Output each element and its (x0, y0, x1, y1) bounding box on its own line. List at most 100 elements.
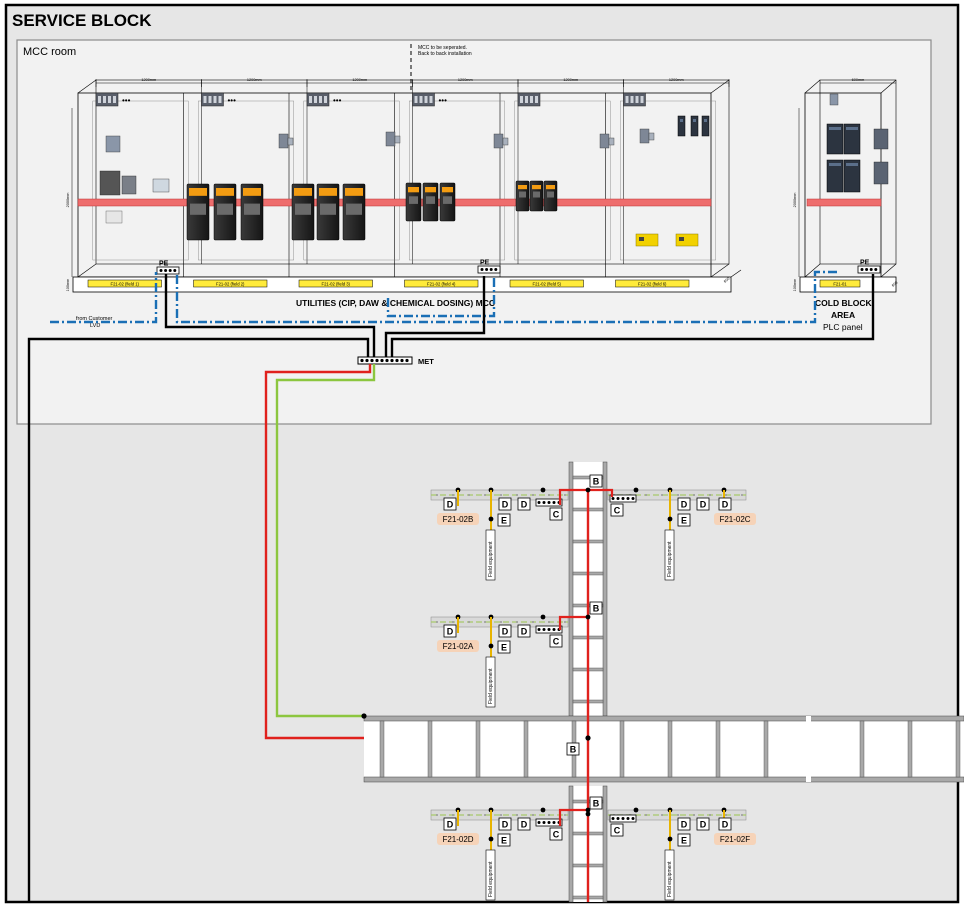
safety-relay-terminal (679, 237, 684, 241)
rail-node (488, 643, 494, 649)
breaker-pole (525, 96, 528, 103)
label-box-text: D (521, 500, 528, 510)
service-block-diagram: SERVICE BLOCK MCC room MCC to be seperat… (4, 3, 964, 904)
label-box-text: D (521, 627, 528, 637)
pe-label: PE (159, 261, 169, 268)
vfd-keypad (409, 196, 418, 204)
rail-hole (516, 621, 518, 623)
rail-node (633, 487, 639, 493)
pe-terminal (480, 268, 484, 271)
plc-module-led (704, 119, 707, 122)
label-box-text: B (593, 604, 600, 614)
vfd-keypad (244, 203, 260, 215)
dimension-label: 1200mm (458, 78, 473, 82)
circuit-tag-label: F21-02A (443, 642, 474, 651)
field-equipment-label: Field equipment (667, 541, 673, 577)
label-box-text: B (593, 799, 600, 809)
label-box-text: D (681, 500, 688, 510)
rail-node (667, 516, 673, 522)
vfd-keypad (295, 203, 311, 215)
io-module (873, 128, 889, 150)
label-box-text: D (700, 500, 707, 510)
ladder-rung-vertical (619, 720, 625, 778)
dimension-label-height: 2000mm (66, 193, 70, 208)
field-equipment-label: Field equipment (488, 668, 494, 704)
breaker-pole (429, 96, 433, 103)
rail-hole (468, 621, 470, 623)
field-tag-label: F21-02 (field 3) (322, 282, 351, 287)
rail-hole (452, 494, 454, 496)
rail-hole (709, 814, 711, 816)
diagram-canvas: SERVICE BLOCK MCC room MCC to be seperat… (0, 0, 964, 904)
pe-terminal (494, 268, 498, 271)
label-box-text: D (700, 820, 707, 830)
rail-hole (677, 814, 679, 816)
breaker-pole (520, 96, 523, 103)
terminal-bar-dot (542, 501, 546, 504)
page-title: SERVICE BLOCK (12, 11, 152, 30)
vfd-keypad (320, 203, 336, 215)
met-label: MET (418, 357, 434, 366)
rail-hole (500, 814, 502, 816)
terminal-bar-dot (552, 501, 556, 504)
pe-terminal (865, 268, 869, 271)
ladder-rung-vertical (379, 720, 385, 778)
vfd-keypad (426, 196, 435, 204)
label-box-text: B (570, 745, 577, 755)
field-equipment-label: Field equipment (488, 541, 494, 577)
rail-hole (484, 621, 486, 623)
plc-module-led (680, 119, 683, 122)
mcc-room-label: MCC room (23, 46, 76, 58)
terminal-bar-dot (631, 497, 635, 500)
breaker-pole (203, 96, 207, 103)
terminal-bar-dot (626, 817, 630, 820)
vfd-keypad (519, 191, 526, 198)
junction-dot (361, 713, 367, 719)
met-terminal (390, 358, 394, 363)
contactor-aux (608, 137, 615, 146)
cold-block-line2: AREA (831, 310, 855, 320)
ladder-rung-vertical (667, 720, 673, 778)
rail-hole (516, 814, 518, 816)
pe-label: PE (860, 260, 870, 267)
terminal-bar-dot (621, 497, 625, 500)
breaker-pole (419, 96, 423, 103)
more-dots: ••• (228, 96, 237, 105)
rail-node (633, 807, 639, 813)
label-box-text: D (447, 500, 454, 510)
label-box-text: C (614, 826, 621, 836)
vfd-display (425, 187, 436, 193)
rail-hole (709, 494, 711, 496)
rail-hole (436, 621, 438, 623)
label-box-text: E (501, 516, 507, 526)
contactor-aux (394, 135, 401, 144)
vfd-keypad (547, 191, 554, 198)
cold-busbar (806, 198, 882, 207)
ladder-rail (602, 461, 608, 717)
ladder-rail (568, 785, 574, 903)
breaker-pole (635, 96, 639, 103)
rail-hole (741, 814, 743, 816)
ladder-rung-vertical (763, 720, 769, 778)
rail-hole (500, 621, 502, 623)
plc-module-led (846, 127, 858, 130)
rail-hole (532, 494, 534, 496)
rail-hole (693, 814, 695, 816)
breaker-pole (98, 96, 101, 103)
label-box-text: D (521, 820, 528, 830)
pe-terminal (168, 269, 172, 272)
circuit-tag-label: F21-02F (720, 835, 750, 844)
label-box-text: E (681, 836, 687, 846)
field-tag-label: F21-02 (field 1) (111, 282, 140, 287)
circuit-tag-label: F21-02C (719, 515, 750, 524)
rail-hole (468, 494, 470, 496)
separation-note-line2: Back to back installation (418, 51, 472, 57)
met-terminal (365, 358, 369, 363)
vfd-display (243, 188, 261, 196)
plc-module-led (829, 163, 841, 166)
terminal-bar-dot (542, 821, 546, 824)
breaker-pole (103, 96, 106, 103)
breaker-pole (108, 96, 111, 103)
mcc-room-area (16, 39, 932, 425)
busbar (77, 198, 712, 207)
